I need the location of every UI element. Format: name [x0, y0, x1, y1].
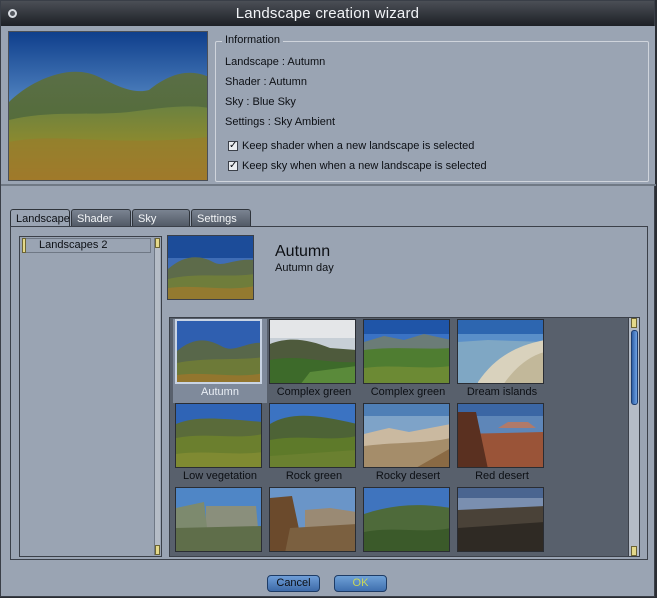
landscape-info: Landscape : Autumn [225, 56, 326, 68]
settings-info: Settings : Sky Ambient [225, 116, 336, 128]
landscape-preview-image [8, 31, 208, 181]
keep-shader-checkbox[interactable]: ✓ Keep shader when a new landscape is se… [228, 140, 474, 152]
ok-button[interactable]: OK [334, 575, 387, 592]
window-title: Landscape creation wizard [235, 5, 420, 22]
thumbnail-image [363, 403, 450, 468]
gallery-item-complex-green-2[interactable]: Complex green [361, 319, 455, 403]
scroll-down-icon[interactable] [155, 545, 160, 555]
folder-marker-icon [22, 238, 26, 253]
tab-bar: Landscape Shader Sky Settings [10, 209, 252, 227]
checkbox-checked-icon[interactable]: ✓ [228, 161, 238, 171]
thumbnail-label: Low vegetation [183, 470, 257, 482]
selected-landscape-thumbnail [167, 235, 254, 300]
gallery-item-green-hills[interactable] [361, 487, 455, 556]
scroll-up-icon[interactable] [631, 318, 637, 328]
thumbnail-image [269, 319, 356, 384]
thumbnail-label: Complex green [276, 386, 352, 398]
thumbnail-label: Autumn [201, 386, 239, 398]
scroll-thumb[interactable] [631, 330, 638, 405]
gallery-item-red-desert[interactable]: Red desert [455, 403, 549, 487]
gallery-item-rocky-desert[interactable]: Rocky desert [361, 403, 455, 487]
thumbnail-image [175, 403, 262, 468]
thumbnail-label: Complex green [370, 386, 446, 398]
selected-landscape-description: Autumn day [275, 262, 334, 274]
gallery-item-low-vegetation[interactable]: Low vegetation [173, 403, 267, 487]
tab-shader[interactable]: Shader [71, 209, 131, 227]
scroll-down-icon[interactable] [631, 546, 637, 556]
folder-list: Landscapes 2 [19, 236, 162, 557]
thumbnail-image [269, 487, 356, 552]
keep-sky-label: Keep sky when when a new landscape is se… [242, 160, 487, 172]
thumbnail-image [269, 403, 356, 468]
landscape-tab-panel: Landscapes 2 Autumn Autumn day Autumn Co… [10, 226, 648, 560]
checkbox-checked-icon[interactable]: ✓ [228, 141, 238, 151]
information-legend: Information [222, 34, 284, 46]
thumbnail-label: Dream islands [466, 386, 538, 398]
thumbnail-image [363, 319, 450, 384]
selected-landscape-name: Autumn [275, 243, 331, 260]
thumbnail-label: Red desert [475, 470, 529, 482]
close-icon[interactable] [8, 9, 17, 18]
gallery-item-cliffs[interactable] [173, 487, 267, 556]
thumbnail-label: Rock green [285, 470, 343, 482]
gallery-item-autumn[interactable]: Autumn [173, 319, 267, 403]
gallery-item-dream-islands[interactable]: Dream islands [455, 319, 549, 403]
keep-shader-label: Keep shader when a new landscape is sele… [242, 140, 475, 152]
keep-sky-checkbox[interactable]: ✓ Keep sky when when a new landscape is … [228, 160, 487, 172]
gallery-item-complex-green-1[interactable]: Complex green [267, 319, 361, 403]
landscape-gallery: Autumn Complex green Complex green Dream… [169, 317, 640, 557]
tab-settings[interactable]: Settings [191, 209, 251, 227]
thumbnail-label: Rocky desert [375, 470, 441, 482]
information-group: Information Landscape : Autumn Shader : … [215, 34, 649, 182]
wizard-window: Landscape creation wizard Information La… [0, 0, 656, 597]
thumbnail-image [175, 487, 262, 552]
gallery-item-valley[interactable] [267, 487, 361, 556]
scroll-up-icon[interactable] [155, 238, 160, 248]
thumbnail-image [457, 319, 544, 384]
folder-item-label: Landscapes 2 [39, 239, 108, 251]
thumbnail-image [363, 487, 450, 552]
cancel-button[interactable]: Cancel [267, 575, 320, 592]
thumbnail-image [175, 319, 262, 384]
folder-item[interactable]: Landscapes 2 [22, 238, 151, 253]
thumbnail-image [457, 403, 544, 468]
top-panel: Information Landscape : Autumn Shader : … [2, 26, 655, 186]
tab-landscape[interactable]: Landscape [10, 209, 70, 227]
gallery-item-rock-green[interactable]: Rock green [267, 403, 361, 487]
separator [1, 184, 656, 186]
gallery-scrollbar[interactable] [628, 318, 639, 556]
title-bar[interactable]: Landscape creation wizard [1, 1, 654, 26]
tab-sky[interactable]: Sky [132, 209, 190, 227]
shader-info: Shader : Autumn [225, 76, 307, 88]
thumbnail-image [457, 487, 544, 552]
sky-info: Sky : Blue Sky [225, 96, 296, 108]
folder-scrollbar[interactable] [154, 238, 160, 555]
gallery-item-dark-rocks[interactable] [455, 487, 549, 556]
